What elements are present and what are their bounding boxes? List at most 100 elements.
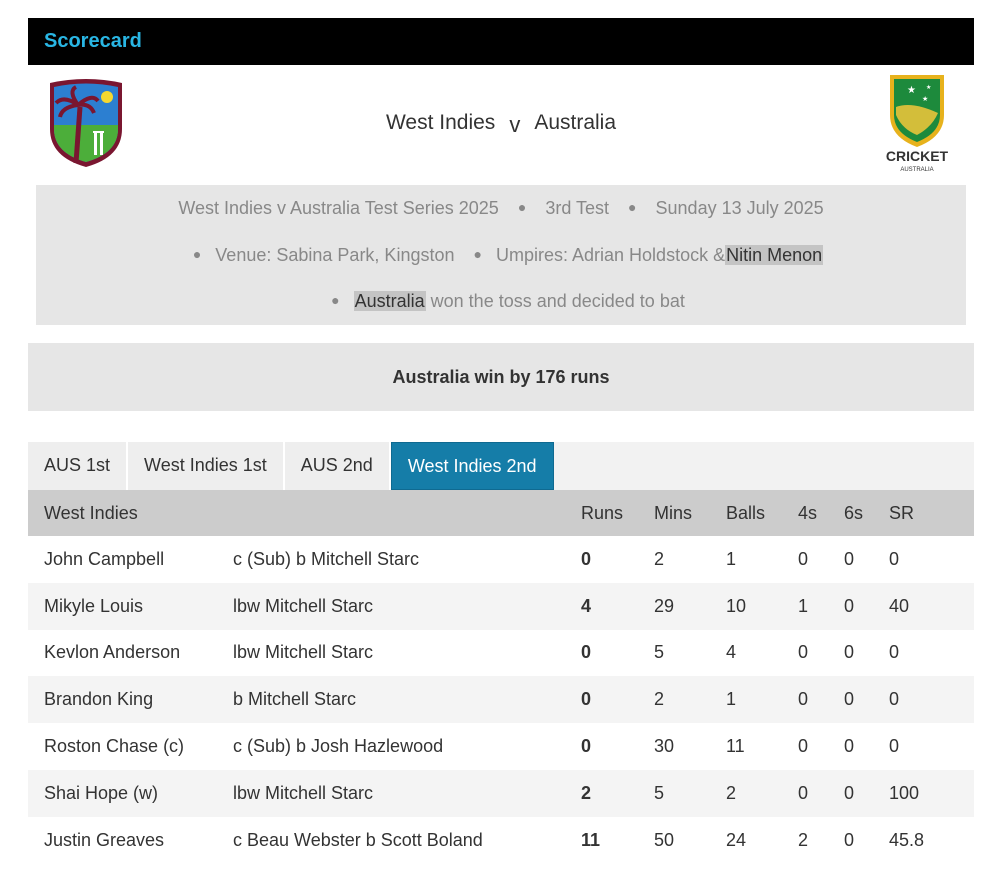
series-name: West Indies v Australia Test Series 2025	[178, 198, 499, 218]
table-row: Mikyle Louis lbw Mitchell Starc 4 29 10 …	[28, 582, 974, 630]
col-mins: Mins	[654, 502, 693, 523]
runs: 0	[581, 736, 592, 757]
fours: 0	[798, 689, 809, 710]
sixes: 0	[844, 595, 855, 616]
scorecard-header: Scorecard	[28, 18, 974, 65]
fours: 0	[798, 548, 809, 569]
dismissal: c (Sub) b Mitchell Starc	[233, 548, 420, 569]
fours: 1	[798, 595, 809, 616]
bullet-icon: ●	[628, 199, 637, 215]
dismissal: c (Sub) b Josh Hazlewood	[233, 736, 444, 757]
col-runs: Runs	[581, 502, 624, 523]
strike-rate: 45.8	[889, 829, 925, 850]
teams-heading: West Indies v Australia	[28, 109, 974, 137]
table-row: Brandon King b Mitchell Starc 0 2 1 0 0 …	[28, 676, 974, 724]
col-team: West Indies	[44, 502, 138, 523]
match-info: West Indies v Australia Test Series 2025…	[36, 185, 966, 325]
strike-rate: 100	[889, 782, 920, 803]
mins: 2	[654, 548, 665, 569]
runs: 0	[581, 548, 592, 569]
toss-text: won the toss and decided to bat	[430, 291, 685, 312]
strike-rate: 0	[889, 689, 900, 710]
batter-name: Kevlon Anderson	[44, 642, 181, 663]
svg-text:★: ★	[922, 95, 928, 103]
bullet-icon: ●	[331, 292, 340, 309]
strike-rate: 0	[889, 736, 900, 757]
home-team: West Indies	[385, 111, 496, 134]
batter-name: Justin Greaves	[44, 829, 165, 850]
fours: 2	[798, 829, 809, 850]
result-text: Australia win by 176 runs	[392, 366, 610, 387]
balls: 4	[726, 642, 737, 663]
match-result: Australia win by 176 runs	[28, 343, 974, 411]
batter-name: Brandon King	[44, 689, 154, 710]
match-header: West Indies v Australia ★ ★ ★ CRICKET AUST…	[28, 65, 974, 185]
innings-tabs: AUS 1st West Indies 1st AUS 2nd West Ind…	[28, 442, 974, 490]
mins: 5	[654, 642, 665, 663]
dismissal: lbw Mitchell Starc	[233, 782, 374, 803]
col-balls: Balls	[726, 502, 766, 523]
bullet-icon: ●	[192, 245, 202, 262]
balls: 1	[726, 689, 737, 710]
umpire-separator: &	[713, 244, 726, 265]
sixes: 0	[844, 548, 855, 569]
batter-name: Mikyle Louis	[44, 595, 144, 616]
runs: 0	[581, 642, 592, 663]
fours: 0	[798, 642, 809, 663]
table-row: Roston Chase (c) c (Sub) b Josh Hazlewoo…	[28, 723, 974, 770]
venue-line: ● Venue: Sabina Park, Kingston ● Umpires: …	[36, 232, 966, 279]
scorecard-panel: Scorecard West Indies v Australia ★ ★ ★ CR…	[28, 18, 974, 864]
mins: 5	[654, 782, 665, 803]
bullet-icon: ●	[517, 199, 527, 215]
dismissal: lbw Mitchell Starc	[233, 595, 374, 616]
tab-west-indies-2nd[interactable]: West Indies 2nd	[390, 442, 554, 490]
sixes: 0	[844, 642, 855, 663]
dismissal: b Mitchell Starc	[233, 689, 357, 710]
table-row: Shai Hope (w) lbw Mitchell Starc 2 5 2 0…	[28, 769, 974, 817]
batting-table: West Indies Runs Mins Balls 4s 6s SR Joh…	[28, 490, 974, 864]
toss-line: ● Australia won the toss and decided to b…	[36, 278, 966, 325]
table-row: Justin Greaves c Beau Webster b Scott Bo…	[28, 817, 974, 864]
tab-aus-1st[interactable]: AUS 1st	[28, 442, 129, 490]
mins: 29	[654, 595, 675, 616]
mins: 2	[654, 689, 665, 710]
batter-name: Shai Hope (w)	[44, 782, 159, 803]
versus-label: v	[509, 112, 521, 137]
batter-name: John Campbell	[44, 548, 165, 569]
umpire-2: Nitin Menon	[725, 244, 824, 265]
dismissal: c Beau Webster b Scott Boland	[233, 829, 483, 850]
cricket-logo-subtext: AUSTRALIA	[900, 167, 933, 173]
dismissal: lbw Mitchell Starc	[233, 642, 374, 663]
table-row: John Campbell c (Sub) b Mitchell Starc 0…	[28, 536, 974, 583]
col-dismissal	[233, 490, 581, 536]
cricket-australia-logo-icon: ★ ★ ★ CRICKET AUSTRALIA	[886, 75, 949, 173]
venue-label: Venue:	[215, 244, 272, 265]
runs: 2	[581, 782, 592, 803]
svg-text:★: ★	[926, 84, 931, 91]
balls: 2	[726, 782, 737, 803]
mins: 50	[654, 829, 675, 850]
venue: Sabina Park, Kingston	[276, 244, 455, 265]
mins: 30	[654, 736, 675, 757]
sixes: 0	[844, 689, 855, 710]
runs: 0	[581, 689, 592, 710]
balls: 24	[726, 829, 747, 850]
umpires-label: Umpires:	[495, 244, 568, 265]
svg-text:★: ★	[907, 85, 916, 96]
strike-rate: 0	[889, 642, 900, 663]
balls: 1	[726, 548, 737, 569]
umpire-1: Adrian Holdstock	[572, 244, 709, 265]
bullet-icon: ●	[473, 245, 482, 262]
tab-aus-2nd[interactable]: AUS 2nd	[284, 442, 391, 490]
away-team: Australia	[534, 111, 617, 134]
fours: 0	[798, 736, 809, 757]
col-4s: 4s	[798, 502, 818, 523]
tab-west-indies-1st[interactable]: West Indies 1st	[128, 442, 285, 490]
batter-name: Roston Chase (c)	[44, 736, 185, 757]
batting-header-row: West Indies Runs Mins Balls 4s 6s SR	[28, 490, 974, 536]
runs: 4	[581, 595, 592, 616]
col-sr: SR	[889, 502, 915, 523]
scorecard-title: Scorecard	[44, 30, 142, 52]
balls: 10	[726, 595, 747, 616]
sixes: 0	[844, 736, 855, 757]
